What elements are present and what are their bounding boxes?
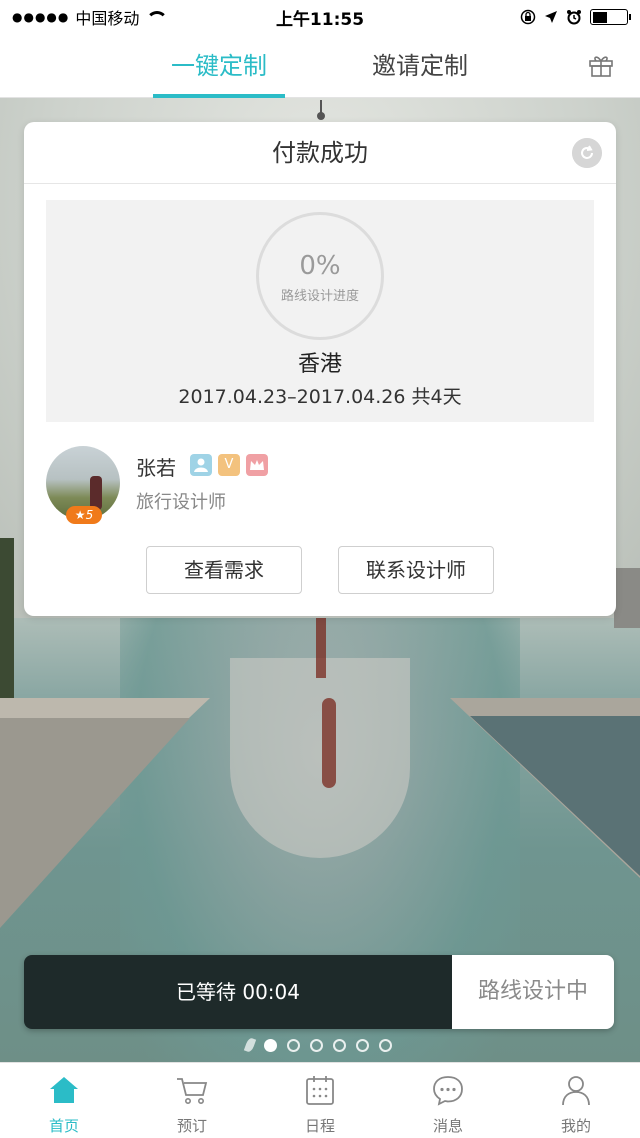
rotation-lock-icon — [520, 9, 536, 25]
wifi-icon — [145, 11, 169, 23]
nav-item-profile[interactable]: 我的 — [512, 1063, 640, 1138]
building — [614, 568, 640, 628]
progress-panel: 0% 路线设计进度 香港 2017.04.23–2017.04.26 共4天 — [46, 200, 594, 422]
v-badge: V — [218, 454, 240, 476]
refresh-icon[interactable] — [572, 138, 602, 168]
payment-success-card: 付款成功 0% 路线设计进度 香港 2017.04.23–2017.04.26 … — [24, 122, 616, 616]
dome-reflection — [230, 658, 410, 858]
progress-percent: 0% — [299, 251, 341, 281]
rating-badge: ★5 — [66, 506, 102, 524]
destination: 香港 — [297, 352, 342, 377]
pool-edge-left — [0, 718, 190, 928]
nav-item-booking[interactable]: 预订 — [128, 1063, 256, 1138]
calendar-icon — [306, 1076, 334, 1105]
trip-dates: 2017.04.23–2017.04.26 共4天 — [178, 386, 462, 408]
card-title: 付款成功 — [24, 122, 616, 184]
progress-ring: 0% 路线设计进度 — [256, 212, 384, 340]
gift-icon[interactable] — [588, 52, 614, 78]
avatar-figure — [90, 476, 102, 510]
progress-label: 路线设计进度 — [280, 289, 359, 304]
page-dot[interactable] — [310, 1038, 323, 1052]
card-pin — [317, 100, 325, 120]
page-dot[interactable] — [379, 1038, 392, 1052]
cart-icon — [177, 1078, 208, 1104]
battery-fill — [592, 11, 608, 23]
designer-badges: V — [190, 454, 268, 476]
status-right — [520, 9, 631, 25]
page-dot[interactable] — [356, 1038, 369, 1052]
status-bar: ●●●●● 中国移动 上午11:55 — [0, 0, 640, 34]
minaret-reflection — [316, 618, 326, 678]
signal-dots: ●●●●● — [12, 10, 70, 24]
home-icon — [50, 1077, 78, 1103]
leaf-icon — [243, 1037, 257, 1053]
nav-item-home[interactable]: 首页 — [0, 1063, 128, 1138]
crown-badge-icon — [246, 454, 268, 476]
nav-label-profile: 我的 — [560, 1117, 591, 1135]
contact-designer-button[interactable]: 联系设计师 — [338, 546, 494, 594]
battery-icon — [590, 9, 631, 25]
nav-label-home: 首页 — [48, 1117, 79, 1135]
route-design-status[interactable]: 路线设计中 — [452, 955, 614, 1029]
page-dot[interactable] — [333, 1038, 346, 1052]
pool-edge-right — [470, 716, 640, 876]
waiting-status-bar: 已等待 00:04 路线设计中 — [24, 955, 614, 1029]
tab-invite-custom[interactable]: 邀请定制 — [340, 34, 500, 98]
nav-label-messages: 消息 — [432, 1117, 463, 1135]
status-time: 上午11:55 — [275, 9, 365, 30]
user-badge-icon — [190, 454, 212, 476]
waiting-timer: 已等待 00:04 — [24, 955, 452, 1029]
alarm-icon — [567, 10, 581, 25]
tree — [0, 538, 14, 698]
page-dot[interactable] — [287, 1038, 300, 1052]
tab-one-click-custom[interactable]: 一键定制 — [139, 34, 299, 98]
nav-item-messages[interactable]: 消息 — [384, 1063, 512, 1138]
page-dot[interactable] — [264, 1038, 277, 1052]
nav-label-booking: 预订 — [176, 1117, 207, 1135]
carrier-name: 中国移动 — [75, 9, 140, 28]
profile-icon — [562, 1076, 590, 1106]
designer-info[interactable]: ★5 张若 V 旅行设计师 — [46, 444, 594, 524]
status-left: ●●●●● 中国移动 — [12, 5, 169, 29]
nav-label-schedule: 日程 — [304, 1117, 335, 1135]
rating-value: 5 — [85, 508, 94, 522]
minaret-reflection — [322, 698, 336, 788]
page-indicator — [243, 1037, 392, 1053]
top-tab-bar: 一键定制 邀请定制 — [0, 34, 640, 98]
location-arrow-icon — [545, 11, 557, 23]
message-icon — [433, 1076, 463, 1106]
designer-role: 旅行设计师 — [136, 492, 226, 513]
bottom-nav: 首页 预订 日程 消息 我的 — [0, 1062, 640, 1138]
designer-name: 张若 — [136, 456, 176, 480]
nav-item-schedule[interactable]: 日程 — [256, 1063, 384, 1138]
view-requirements-button[interactable]: 查看需求 — [146, 546, 302, 594]
